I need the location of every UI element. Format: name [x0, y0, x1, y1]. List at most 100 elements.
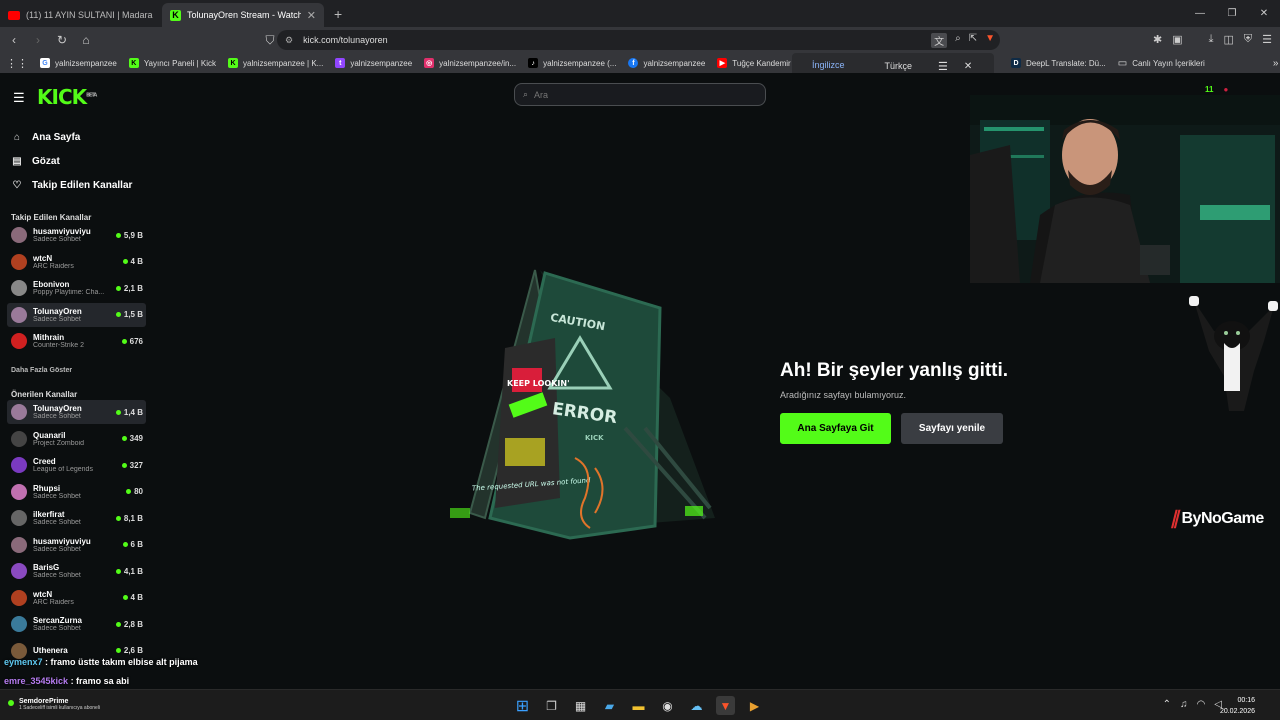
- sidebar-toggle-icon[interactable]: ▣: [1172, 33, 1182, 46]
- translate-menu-icon[interactable]: ☰: [938, 60, 948, 73]
- download-icon[interactable]: ⤓: [1209, 33, 1214, 46]
- viewer-count-value: 6 B: [130, 540, 143, 549]
- zoom-icon[interactable]: ⌕: [955, 33, 961, 48]
- live-dot-icon: [115, 515, 121, 521]
- extensions-icon[interactable]: ✱: [1153, 33, 1162, 46]
- channel-item-husamviyuviyu[interactable]: husamviyuviyu Sadece Sohbet 6 B: [7, 533, 146, 557]
- channel-category: Sadece Sohbet: [33, 236, 81, 243]
- url-actions: 文 ⌕ ⇱ ▼: [931, 33, 995, 48]
- go-home-button[interactable]: Ana Sayfaya Git: [780, 413, 891, 444]
- viewer-count-value: 4 B: [130, 257, 143, 266]
- close-tab-icon[interactable]: ✕: [307, 9, 316, 22]
- nav-browse[interactable]: ▤ Gözat: [11, 149, 132, 173]
- channel-item-wtcn[interactable]: wtcN ARC Raiders 4 B: [7, 250, 146, 274]
- brave-browser-icon[interactable]: ▼: [716, 696, 735, 715]
- vpn-icon[interactable]: ⛨: [1244, 33, 1252, 46]
- brave-shield-icon[interactable]: ▼: [985, 33, 995, 48]
- channel-info: ilkerfirat Sadece Sohbet: [33, 510, 116, 526]
- live-dot-icon: [121, 462, 127, 468]
- kick-icon: K: [228, 58, 238, 68]
- windows-start-icon[interactable]: ⊞: [513, 696, 532, 715]
- back-icon[interactable]: ‹: [4, 33, 24, 47]
- obs-icon[interactable]: ◉: [658, 696, 677, 715]
- channel-name: TolunayOren: [33, 306, 82, 316]
- live-dot-icon: [115, 621, 121, 627]
- reload-page-button[interactable]: Sayfayı yenile: [901, 413, 1003, 444]
- hamburger-menu-icon[interactable]: ☰: [13, 90, 25, 106]
- translate-icon[interactable]: 文: [931, 33, 948, 48]
- network-icon[interactable]: ◠: [1197, 699, 1206, 710]
- app-icon[interactable]: ▦: [571, 696, 590, 715]
- steam-icon[interactable]: ☁: [687, 696, 706, 715]
- channel-item-barisg[interactable]: BarisG Sadece Sohbet 4,1 B: [7, 559, 146, 583]
- photos-icon[interactable]: ▰: [600, 696, 619, 715]
- channel-item-tolunayoren[interactable]: TolunayOren Sadece Sohbet 1,4 B: [7, 400, 146, 424]
- share-icon[interactable]: ⇱: [969, 33, 977, 48]
- channel-item-mithrain[interactable]: Mithrain Counter-Strike 2 676: [7, 329, 146, 353]
- channel-name: SercanZurna: [33, 616, 82, 625]
- bookmark-item[interactable]: f yalnizsempanzee: [622, 58, 711, 68]
- bookmark-item[interactable]: Kyalnizsempanzee | K...: [222, 58, 329, 68]
- channel-info: Quanaril Project Zomboid: [33, 431, 122, 447]
- nav-home[interactable]: ⌂ Ana Sayfa: [11, 125, 132, 149]
- new-tab-button[interactable]: +: [324, 6, 352, 27]
- show-more-link[interactable]: Daha Fazla Göster: [11, 367, 72, 374]
- viewer-count: 676: [121, 337, 143, 346]
- channel-item-ebonivon[interactable]: Ebonivon Poppy Playtime: Cha... 2,1 B: [7, 276, 146, 300]
- viewer-count: 11: [1205, 85, 1214, 94]
- instagram-icon: ◎: [424, 58, 435, 68]
- site-info-icon[interactable]: ⚙: [285, 35, 293, 46]
- bookmark-item[interactable]: D DeepL Translate: Dü...: [1005, 58, 1112, 68]
- channel-item-husamviyuviyu[interactable]: husamviyuviyu Sadece Sohbet 5,9 B: [7, 223, 146, 247]
- followed-section-title: Takip Edilen Kanallar: [11, 213, 92, 222]
- channel-item-creed[interactable]: Creed League of Legends 327: [7, 453, 146, 477]
- channel-item-tolunayoren[interactable]: TolunayOren Sadece Sohbet 1,5 B: [7, 302, 146, 327]
- channel-category: Sadece Sohbet: [33, 315, 81, 323]
- kick-logo[interactable]: KICKBETA: [37, 85, 97, 109]
- channel-name: wtcN: [33, 589, 53, 599]
- viewer-count-value: 1,5 B: [123, 310, 143, 319]
- taskbar-clock[interactable]: 00:16 20.02.2026: [1220, 695, 1255, 717]
- more-bookmarks-icon[interactable]: »: [1267, 58, 1280, 69]
- bookmark-item[interactable]: Gyalnizsempanzee: [34, 58, 123, 68]
- tray-expand-icon[interactable]: ⌃: [1163, 699, 1171, 710]
- media-app-icon[interactable]: ▶: [745, 696, 764, 715]
- url-field[interactable]: ⚙ kick.com/tolunayoren: [277, 30, 1000, 50]
- channel-item-quanaril[interactable]: Quanaril Project Zomboid 349: [7, 427, 146, 451]
- apps-grid-icon[interactable]: ⋮⋮: [0, 57, 34, 70]
- translate-close-icon[interactable]: ✕: [964, 61, 972, 72]
- minimize-icon[interactable]: —: [1184, 0, 1216, 27]
- avatar: [11, 536, 27, 553]
- channel-item-rhupsi[interactable]: Rhupsi Sadece Sohbet 80: [7, 480, 146, 504]
- deepl-icon: D: [1011, 58, 1021, 68]
- forward-icon[interactable]: ›: [28, 33, 48, 47]
- bookmark-item[interactable]: K Yayıncı Paneli | Kick: [123, 58, 222, 68]
- microphone-icon[interactable]: ♫: [1180, 699, 1188, 710]
- channel-item-ilkerfirat[interactable]: ilkerfirat Sadece Sohbet 8,1 B: [7, 506, 146, 530]
- file-explorer-icon[interactable]: ▬: [629, 696, 648, 715]
- wallet-icon[interactable]: ◫: [1223, 33, 1233, 46]
- viewer-count-value: 80: [134, 487, 143, 496]
- channel-item-sercanzurna[interactable]: SercanZurna Sadece Sohbet 2,8 B: [7, 612, 146, 636]
- task-view-icon[interactable]: ❐: [542, 696, 561, 715]
- bookmark-item[interactable]: ♪ yalnizsempanzee (...: [522, 58, 622, 68]
- close-window-icon[interactable]: ✕: [1248, 0, 1280, 27]
- bookmarks-bar-right: D DeepL Translate: Dü... ▭ Canlı Yayın İçe…: [1005, 53, 1280, 73]
- nav-following[interactable]: ♡ Takip Edilen Kanallar: [11, 173, 133, 197]
- search-input[interactable]: [534, 89, 735, 100]
- live-dot-icon: [115, 312, 121, 317]
- error-subtitle: Aradığınız sayfayı bulamıyoruz.: [780, 390, 907, 400]
- avatar: [11, 457, 27, 473]
- bookmark-item[interactable]: ◎ yalnizsempanzee/in...: [418, 58, 522, 68]
- youtube-icon: [8, 10, 20, 20]
- channel-item-wtcn[interactable]: wtcN ARC Raiders 4 B: [7, 586, 146, 610]
- home-browser-icon[interactable]: ⌂: [76, 33, 96, 47]
- restore-icon[interactable]: ❐: [1216, 0, 1248, 27]
- menu-icon[interactable]: ☰: [1262, 33, 1272, 46]
- bookmark-folder[interactable]: ▭ Canlı Yayın İçerikleri: [1112, 58, 1211, 69]
- browser-tab-kick[interactable]: K TolunayOren Stream - Watch Live ✕: [162, 3, 324, 27]
- reload-icon[interactable]: ↻: [52, 33, 72, 47]
- bookmark-item[interactable]: t yalnizsempanzee: [329, 58, 418, 68]
- google-icon: G: [40, 58, 50, 68]
- browser-tab-youtube[interactable]: (11) 11 AYIN SULTANI | Madara Oldu: [0, 3, 162, 27]
